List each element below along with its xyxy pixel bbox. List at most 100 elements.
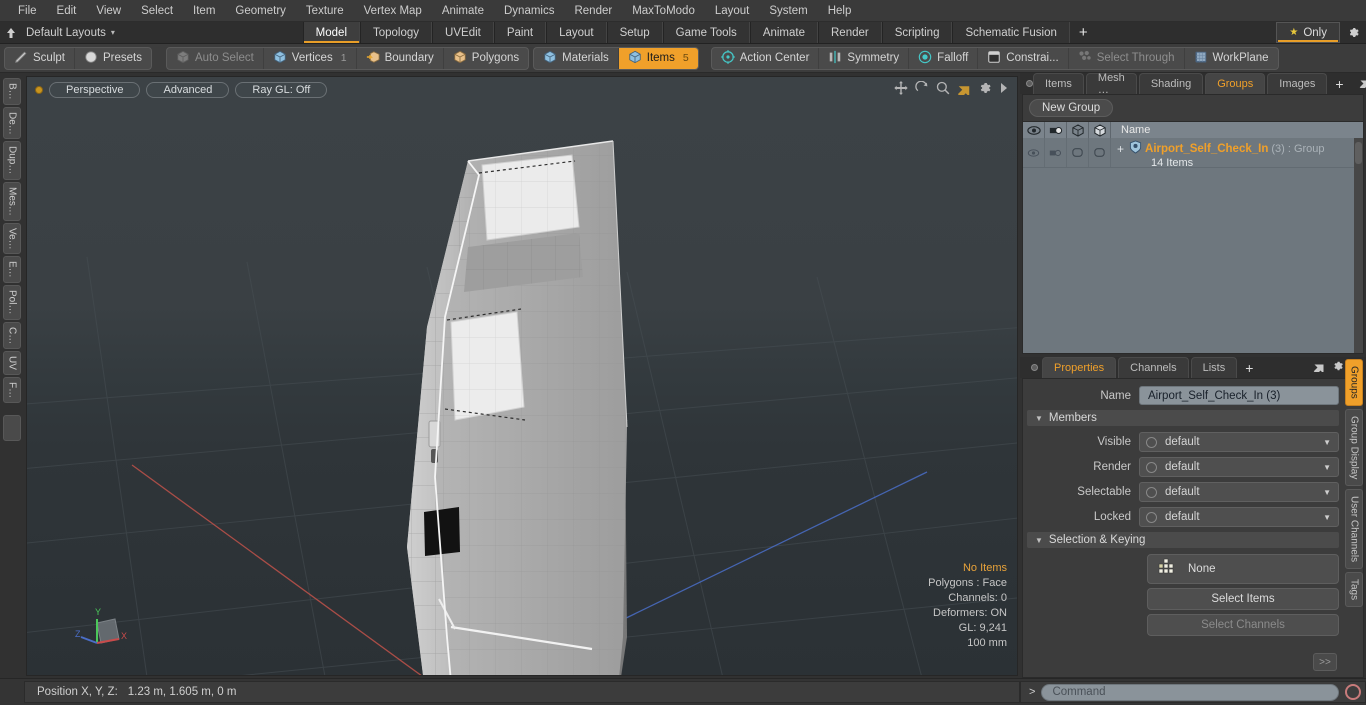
panel-menu-dot-icon[interactable] xyxy=(1026,357,1042,378)
row-wireframe-toggle[interactable] xyxy=(1067,138,1089,167)
menu-item-vertex-map[interactable]: Vertex Map xyxy=(354,0,432,22)
select-items-button[interactable]: Select Items xyxy=(1147,588,1339,610)
left-toolbox-tab-extra[interactable] xyxy=(3,414,21,441)
add-panel-tab-button[interactable]: + xyxy=(1329,73,1349,94)
3d-viewport[interactable]: Perspective Advanced Ray GL: Off No Item… xyxy=(26,76,1018,676)
layout-tab-topology[interactable]: Topology xyxy=(360,22,433,43)
toggle-circle-icon[interactable] xyxy=(1146,486,1157,498)
menu-item-animate[interactable]: Animate xyxy=(432,0,494,22)
layout-tab-setup[interactable]: Setup xyxy=(606,22,663,43)
mode-button-workplane[interactable]: WorkPlane xyxy=(1185,48,1278,69)
tab-mesh[interactable]: Mesh … xyxy=(1085,72,1137,96)
home-arrow-icon[interactable] xyxy=(0,22,22,43)
new-group-button[interactable]: New Group xyxy=(1029,99,1114,117)
mode-button-items[interactable]: Items 5 xyxy=(618,47,698,69)
toggle-circle-icon[interactable] xyxy=(1146,511,1157,523)
shaded-cube-icon[interactable] xyxy=(1089,122,1111,138)
left-toolbox-tab-9[interactable]: F… xyxy=(3,376,21,403)
visible-eye-icon[interactable] xyxy=(1023,122,1045,138)
left-toolbox-tab-0[interactable]: B… xyxy=(3,78,21,105)
kiosk-model[interactable] xyxy=(27,77,1018,676)
left-toolbox-tab-7[interactable]: C… xyxy=(3,321,21,349)
menu-item-system[interactable]: System xyxy=(759,0,817,22)
menu-item-item[interactable]: Item xyxy=(183,0,225,22)
only-toggle-button[interactable]: ★ Only xyxy=(1276,22,1340,43)
layout-tab-scripting[interactable]: Scripting xyxy=(881,22,953,43)
left-toolbox-tab-3[interactable]: Mes… xyxy=(3,181,21,221)
wireframe-cube-icon[interactable] xyxy=(1067,122,1089,138)
render-camera-icon[interactable] xyxy=(1045,122,1067,138)
menu-item-help[interactable]: Help xyxy=(818,0,862,22)
mode-button-symmetry[interactable]: Symmetry xyxy=(819,47,910,69)
row-render-toggle[interactable] xyxy=(1045,138,1067,167)
tab-channels[interactable]: Channels xyxy=(1118,357,1189,378)
toggle-circle-icon[interactable] xyxy=(1146,436,1157,448)
layout-tab-layout[interactable]: Layout xyxy=(546,22,607,43)
mode-button-presets[interactable]: Presets xyxy=(75,48,151,69)
menu-item-texture[interactable]: Texture xyxy=(296,0,354,22)
mode-button-vertices[interactable]: Vertices 1 xyxy=(264,47,357,69)
maximize-icon[interactable] xyxy=(1313,360,1325,375)
rotate-icon[interactable] xyxy=(915,80,929,98)
add-properties-tab-button[interactable]: + xyxy=(1239,357,1259,378)
expand-toggle[interactable]: + xyxy=(1117,142,1124,156)
maximize-icon[interactable] xyxy=(1359,76,1366,91)
gear-icon[interactable] xyxy=(978,81,992,98)
member-dropdown-render[interactable]: default ▼ xyxy=(1139,457,1339,477)
tab-lists[interactable]: Lists xyxy=(1190,357,1238,378)
move-icon[interactable] xyxy=(894,81,908,98)
record-circle-icon[interactable] xyxy=(1345,684,1361,700)
tab-items[interactable]: Items xyxy=(1033,73,1084,94)
menu-item-select[interactable]: Select xyxy=(131,0,183,22)
side-tab-user-channels[interactable]: User Channels xyxy=(1345,489,1363,570)
left-toolbox-tab-4[interactable]: Ve… xyxy=(3,222,21,255)
menu-item-dynamics[interactable]: Dynamics xyxy=(494,0,564,22)
members-section-header[interactable]: ▼ Members xyxy=(1027,410,1339,426)
menu-item-view[interactable]: View xyxy=(86,0,131,22)
side-tab-groups[interactable]: Groups xyxy=(1345,359,1363,406)
layout-tab-paint[interactable]: Paint xyxy=(493,22,547,43)
gear-icon[interactable] xyxy=(1332,360,1344,375)
row-visible-toggle[interactable] xyxy=(1023,138,1045,167)
menu-item-edit[interactable]: Edit xyxy=(47,0,87,22)
member-dropdown-locked[interactable]: default ▼ xyxy=(1139,507,1339,527)
groups-list-body[interactable]: + Airport_Self_Check_In (3) : Group 14 I… xyxy=(1023,138,1363,353)
side-tab-group-display[interactable]: Group Display xyxy=(1345,408,1363,487)
mode-button-materials[interactable]: Materials xyxy=(534,47,619,69)
menu-item-file[interactable]: File xyxy=(8,0,47,22)
zoom-icon[interactable] xyxy=(936,81,950,98)
scrollbar-thumb[interactable] xyxy=(1355,142,1362,164)
menu-item-layout[interactable]: Layout xyxy=(705,0,760,22)
side-tab-tags[interactable]: Tags xyxy=(1345,572,1363,608)
left-toolbox-tab-2[interactable]: Dup… xyxy=(3,141,21,180)
layout-tab-schematic-fusion[interactable]: Schematic Fusion xyxy=(952,22,1070,43)
table-row[interactable]: + Airport_Self_Check_In (3) : Group 14 I… xyxy=(1023,138,1363,169)
mode-button-select-through[interactable]: Select Through xyxy=(1069,47,1185,69)
member-dropdown-selectable[interactable]: default ▼ xyxy=(1139,482,1339,502)
selection-keying-section-header[interactable]: ▼ Selection & Keying xyxy=(1027,532,1339,548)
selection-set-slot[interactable]: None xyxy=(1147,554,1339,584)
mode-button-auto-select[interactable]: Auto Select xyxy=(167,47,264,69)
expand-more-button[interactable]: >> xyxy=(1313,653,1337,671)
row-shaded-toggle[interactable] xyxy=(1089,138,1111,167)
menu-item-geometry[interactable]: Geometry xyxy=(225,0,296,22)
add-layout-tab-button[interactable]: + xyxy=(1070,22,1097,43)
menu-item-render[interactable]: Render xyxy=(564,0,622,22)
member-dropdown-visible[interactable]: default ▼ xyxy=(1139,432,1339,452)
left-toolbox-tab-6[interactable]: Pol… xyxy=(3,285,21,320)
groups-list-scrollbar[interactable] xyxy=(1354,138,1363,353)
viewport-shading-dropdown[interactable]: Advanced xyxy=(146,81,230,98)
layout-tab-animate[interactable]: Animate xyxy=(749,22,818,43)
layout-tab-render[interactable]: Render xyxy=(818,22,882,43)
name-field[interactable]: Airport_Self_Check_In (3) xyxy=(1139,386,1339,405)
mode-button-falloff[interactable]: Falloff xyxy=(909,47,979,69)
layout-tab-uvedit[interactable]: UVEdit xyxy=(432,22,494,43)
mode-button-constrai[interactable]: Constrai... xyxy=(978,47,1069,69)
left-toolbox-tab-5[interactable]: E… xyxy=(3,256,21,284)
mode-button-action-center[interactable]: Action Center xyxy=(712,47,820,69)
left-toolbox-tab-1[interactable]: De… xyxy=(3,106,21,140)
panel-menu-dot-icon[interactable] xyxy=(1026,73,1033,94)
left-toolbox-tab-8[interactable]: UV xyxy=(3,350,21,375)
tab-shading[interactable]: Shading xyxy=(1138,73,1204,94)
command-input[interactable]: Command xyxy=(1041,683,1339,701)
